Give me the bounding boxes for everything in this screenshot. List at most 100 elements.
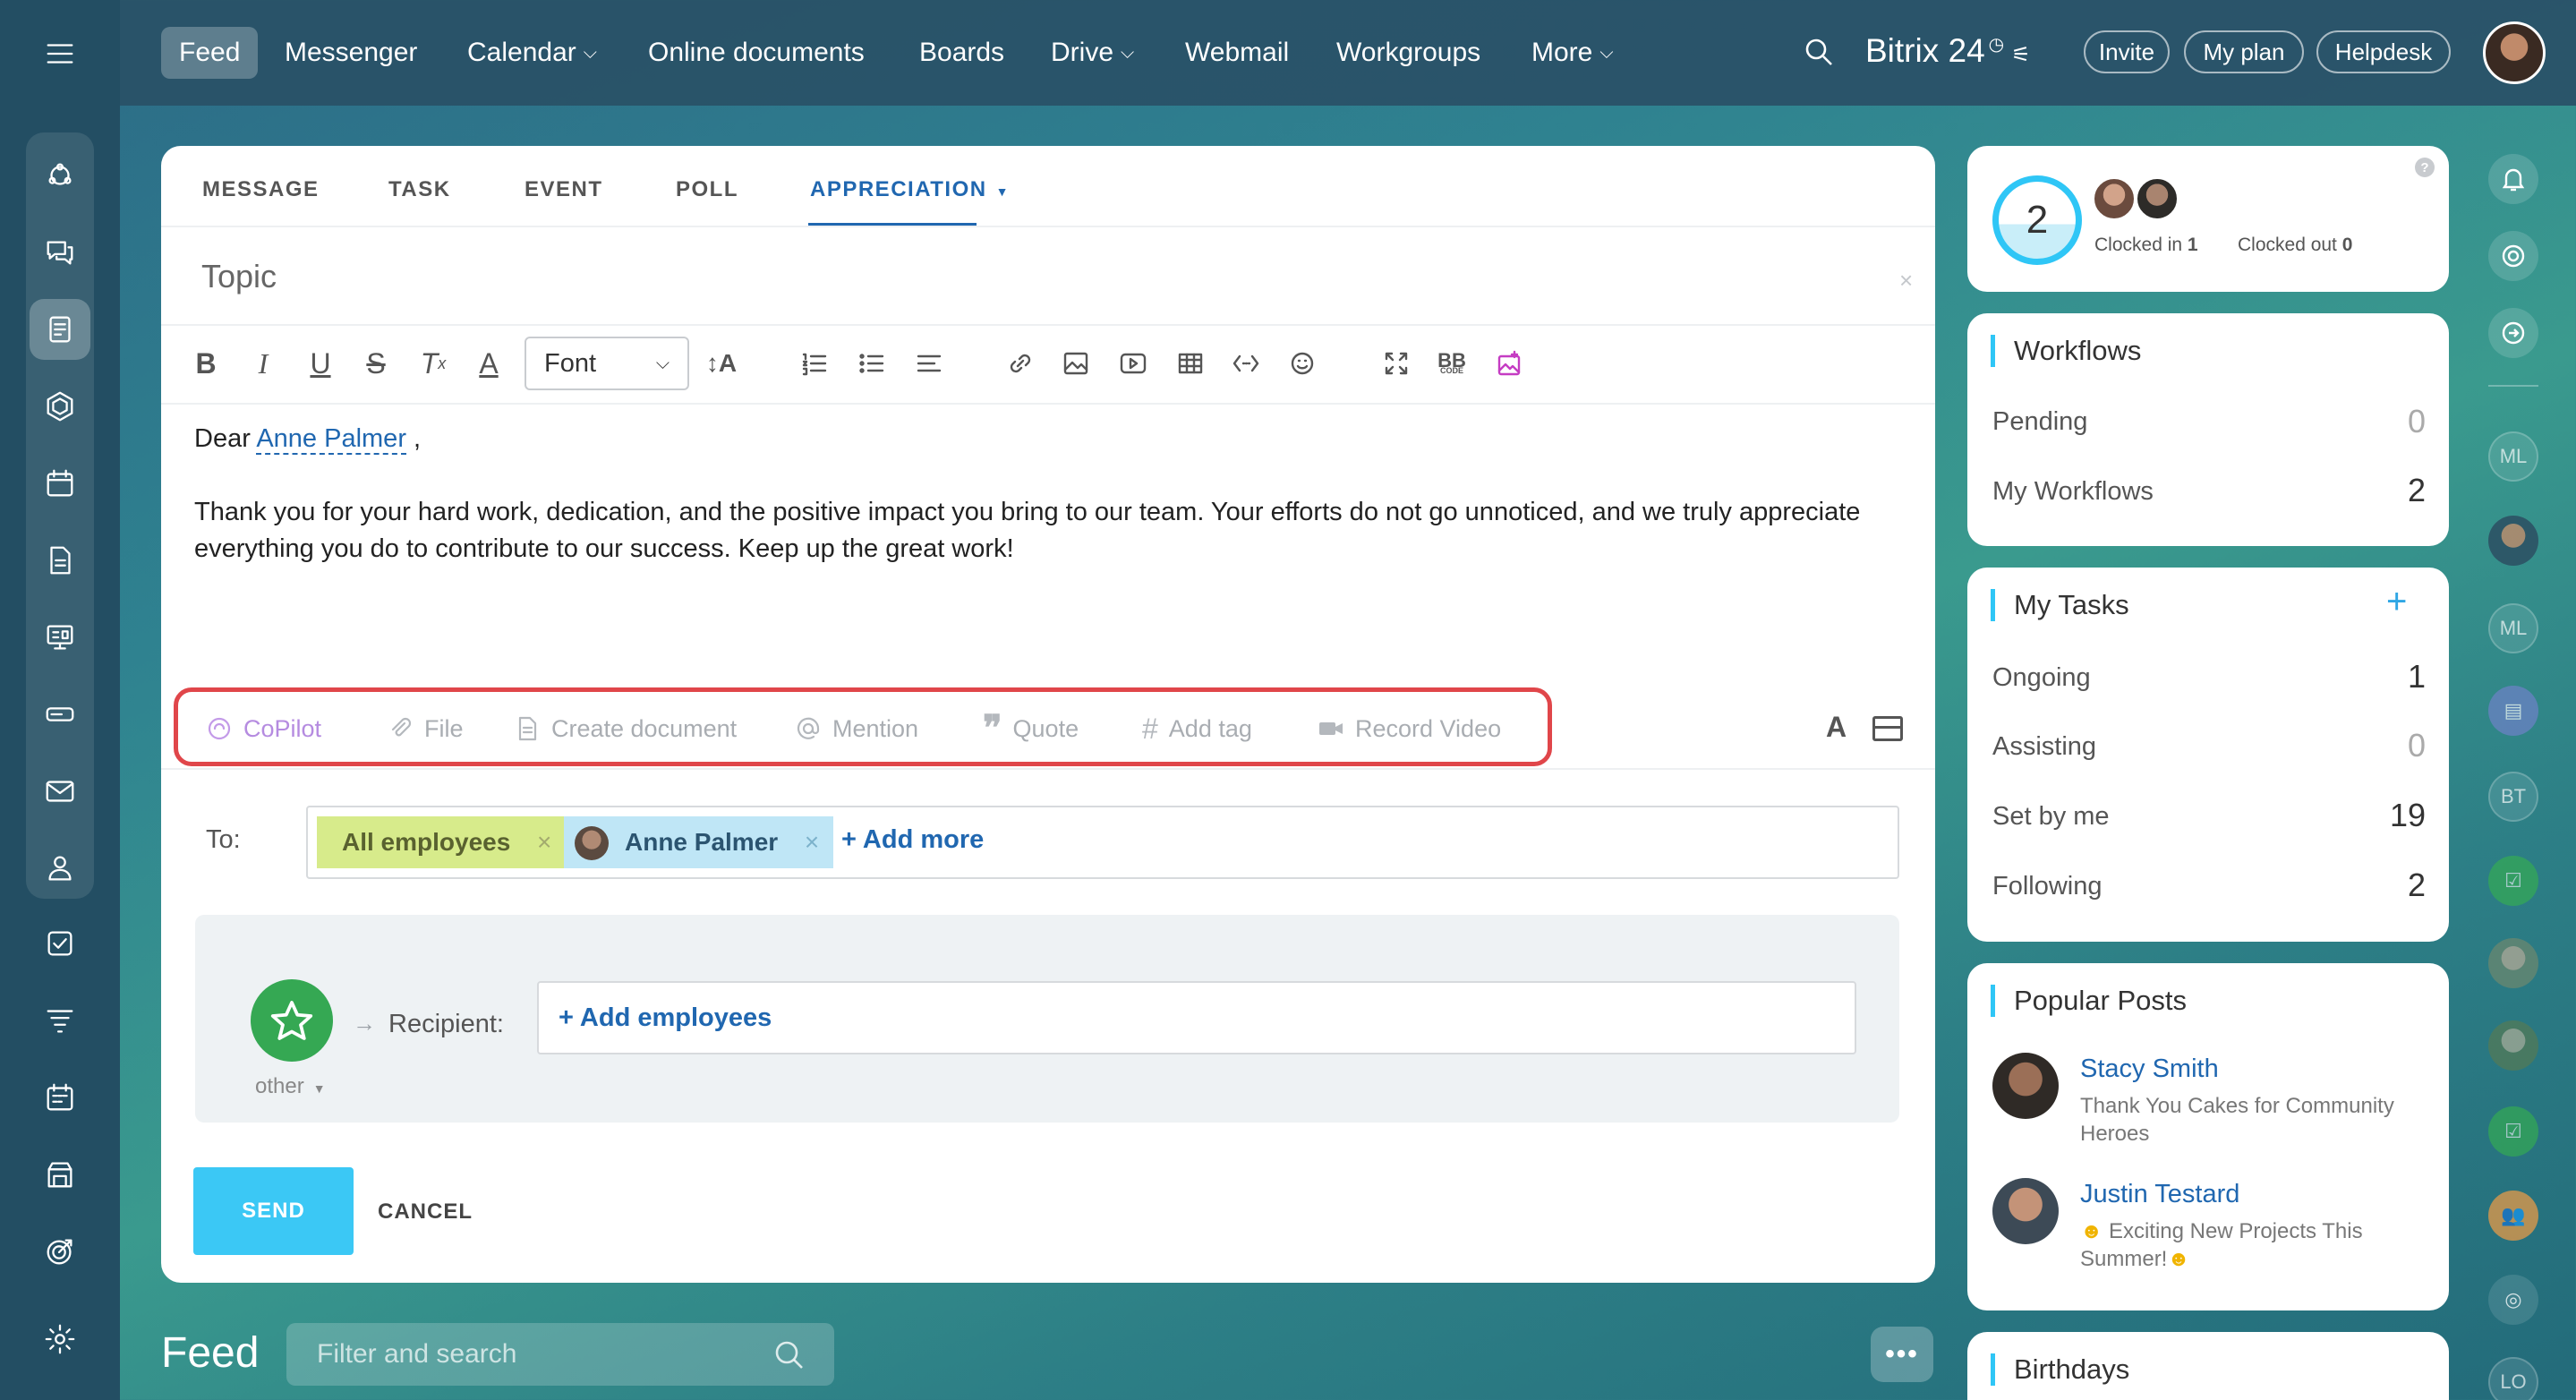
contact-avatar[interactable] bbox=[2488, 1020, 2538, 1071]
notebook-icon[interactable]: ▤ bbox=[2488, 686, 2538, 736]
bell-icon[interactable] bbox=[2488, 154, 2538, 204]
bbcode-icon[interactable]: BB CODE bbox=[1432, 344, 1471, 383]
feed-icon[interactable] bbox=[30, 299, 90, 360]
filter-icon[interactable] bbox=[30, 990, 90, 1051]
table-icon[interactable] bbox=[1171, 344, 1210, 383]
panel-toggle-icon[interactable] bbox=[1872, 716, 1903, 741]
more-options-icon[interactable]: ••• bbox=[1871, 1327, 1933, 1382]
schedule-icon[interactable] bbox=[30, 1067, 90, 1128]
avatar[interactable] bbox=[1992, 1053, 2059, 1119]
task-row-label[interactable]: Following bbox=[1992, 872, 2103, 901]
invite-button[interactable]: Invite bbox=[2084, 30, 2170, 73]
user-avatar[interactable] bbox=[2483, 21, 2546, 84]
task-row-label[interactable]: Ongoing bbox=[1992, 663, 2091, 693]
close-icon[interactable]: × bbox=[1899, 267, 1913, 295]
add-tag-button[interactable]: # Add tag bbox=[1142, 711, 1252, 747]
target-icon[interactable] bbox=[30, 1221, 90, 1282]
post-title[interactable]: Thank You Cakes for Community Heroes bbox=[2080, 1092, 2429, 1148]
drive-icon[interactable] bbox=[30, 684, 90, 745]
file-button[interactable]: File bbox=[387, 711, 464, 747]
feed-search-input[interactable]: Filter and search bbox=[286, 1323, 834, 1386]
tab-event[interactable]: EVENT bbox=[525, 177, 603, 202]
add-more-link[interactable]: + Add more bbox=[841, 825, 984, 855]
bitrix-icon[interactable] bbox=[30, 145, 90, 206]
numbered-list-icon[interactable] bbox=[795, 344, 834, 383]
contact-avatar[interactable] bbox=[2488, 938, 2538, 988]
mention-button[interactable]: Mention bbox=[795, 711, 918, 747]
contact-avatar[interactable] bbox=[2488, 516, 2538, 566]
task-check-icon[interactable]: ☑ bbox=[2488, 1106, 2538, 1157]
video-icon[interactable] bbox=[1113, 344, 1153, 383]
workflow-row-label[interactable]: My Workflows bbox=[1992, 477, 2154, 507]
copilot-button[interactable]: CoPilot bbox=[206, 711, 321, 747]
my-plan-button[interactable]: My plan bbox=[2184, 30, 2304, 73]
workflow-row-label[interactable]: Pending bbox=[1992, 407, 2087, 437]
search-icon[interactable] bbox=[773, 1339, 806, 1371]
cancel-button[interactable]: CANCEL bbox=[378, 1199, 473, 1225]
hexagon-icon[interactable] bbox=[30, 376, 90, 437]
image-icon[interactable] bbox=[1056, 344, 1096, 383]
menu-icon[interactable] bbox=[30, 23, 90, 84]
nav-online-documents[interactable]: Online documents bbox=[648, 27, 865, 79]
send-button[interactable]: SEND bbox=[193, 1167, 354, 1255]
contact-avatar[interactable]: ML bbox=[2488, 431, 2538, 482]
helpdesk-button[interactable]: Helpdesk bbox=[2316, 30, 2451, 73]
tab-poll[interactable]: POLL bbox=[676, 177, 738, 202]
presentation-icon[interactable] bbox=[30, 607, 90, 668]
code-icon[interactable] bbox=[1226, 344, 1266, 383]
chat-icon[interactable] bbox=[30, 222, 90, 283]
copilot-icon[interactable] bbox=[2488, 231, 2538, 281]
add-employees-field[interactable]: + Add employees bbox=[537, 981, 1856, 1054]
add-task-icon[interactable]: + bbox=[2386, 582, 2407, 622]
text-format-icon[interactable]: A bbox=[1826, 711, 1847, 744]
link-icon[interactable] bbox=[1001, 344, 1040, 383]
align-icon[interactable] bbox=[909, 344, 949, 383]
group-icon[interactable]: 👥 bbox=[2488, 1191, 2538, 1241]
settings-icon[interactable] bbox=[30, 1309, 90, 1370]
font-size-icon[interactable]: ↕A bbox=[702, 344, 741, 383]
remove-icon[interactable]: × bbox=[537, 828, 551, 857]
avatar[interactable] bbox=[1992, 1178, 2059, 1244]
bullet-list-icon[interactable] bbox=[852, 344, 891, 383]
contact-avatar[interactable]: LO bbox=[2488, 1357, 2538, 1400]
post-author-link[interactable]: Justin Testard bbox=[2080, 1180, 2239, 1209]
nav-webmail[interactable]: Webmail bbox=[1185, 27, 1289, 79]
task-row-label[interactable]: Set by me bbox=[1992, 802, 2110, 832]
strikethrough-icon[interactable]: S bbox=[356, 344, 396, 383]
bold-icon[interactable]: B bbox=[186, 344, 226, 383]
clear-format-icon[interactable]: Tx bbox=[414, 344, 453, 383]
tasks-icon[interactable] bbox=[30, 913, 90, 974]
nav-workgroups[interactable]: Workgroups bbox=[1336, 27, 1480, 79]
document-icon[interactable] bbox=[30, 530, 90, 591]
quote-button[interactable]: ❞ Quote bbox=[983, 709, 1079, 748]
open-channel-icon[interactable] bbox=[2488, 308, 2538, 358]
text-color-icon[interactable]: A bbox=[469, 344, 508, 383]
font-select[interactable]: Font ⌵ bbox=[525, 337, 689, 390]
contact-avatar[interactable]: ML bbox=[2488, 603, 2538, 653]
nav-drive[interactable]: Drive ⌵ bbox=[1051, 27, 1134, 79]
ai-image-icon[interactable] bbox=[1489, 344, 1529, 383]
nav-messenger[interactable]: Messenger bbox=[285, 27, 417, 79]
mail-icon[interactable] bbox=[30, 761, 90, 822]
employee-count[interactable]: 2 bbox=[1992, 175, 2082, 265]
record-video-button[interactable]: Record Video bbox=[1318, 711, 1501, 747]
store-icon[interactable] bbox=[30, 1144, 90, 1205]
tab-appreciation[interactable]: APPRECIATION ▼ bbox=[810, 177, 1010, 202]
post-title[interactable]: ☻ Exciting New Projects This Summer!☻ bbox=[2080, 1217, 2438, 1273]
recipient-tag-all-employees[interactable]: All employees × bbox=[317, 816, 567, 868]
recipient-tag-anne-palmer[interactable]: Anne Palmer × bbox=[564, 816, 834, 868]
message-greeting[interactable]: Dear Anne Palmer , bbox=[194, 424, 421, 455]
nav-calendar[interactable]: Calendar ⌵ bbox=[467, 27, 597, 79]
tab-task[interactable]: TASK bbox=[388, 177, 451, 202]
create-document-button[interactable]: Create document bbox=[514, 711, 737, 747]
brand-logo[interactable]: Bitrix 24 ◷ ⚟ bbox=[1865, 32, 2031, 70]
topic-input[interactable]: Topic bbox=[201, 258, 277, 295]
tab-message[interactable]: MESSAGE bbox=[202, 177, 320, 202]
remove-icon[interactable]: × bbox=[805, 828, 819, 857]
fullscreen-icon[interactable] bbox=[1377, 344, 1416, 383]
calendar-icon[interactable] bbox=[30, 453, 90, 514]
help-icon[interactable]: ? bbox=[2415, 158, 2435, 177]
nav-more[interactable]: More ⌵ bbox=[1531, 27, 1614, 79]
search-icon[interactable] bbox=[1803, 36, 1835, 68]
message-body[interactable]: Thank you for your hard work, dedication… bbox=[194, 494, 1913, 568]
